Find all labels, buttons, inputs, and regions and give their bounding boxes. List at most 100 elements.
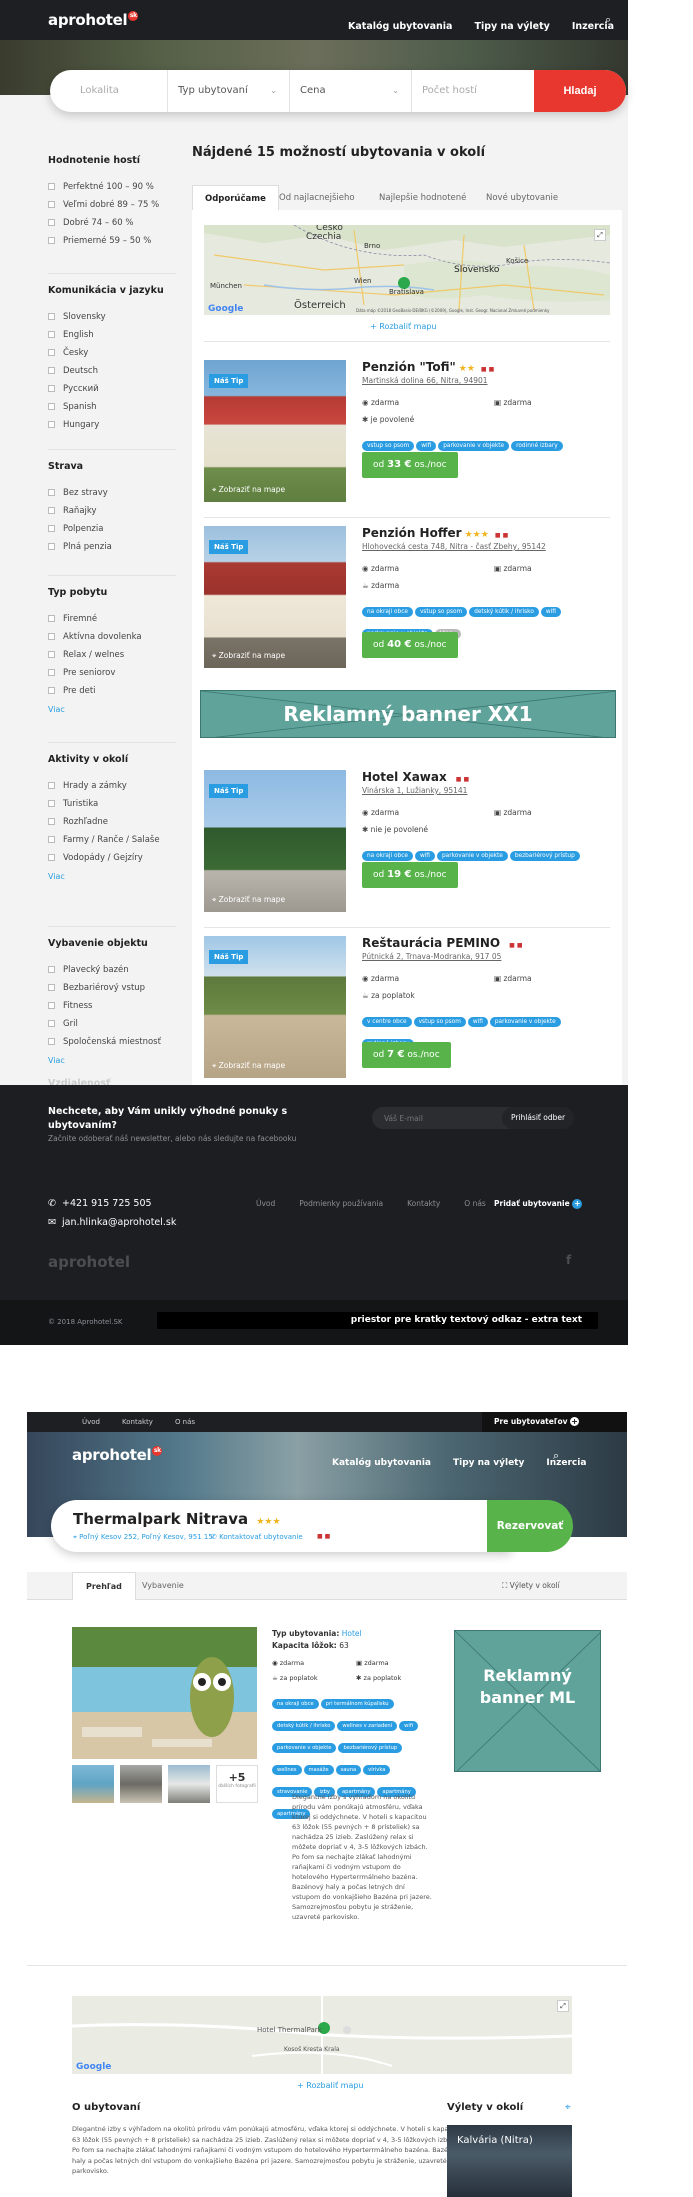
filter-checkbox[interactable]: Fitness — [48, 998, 92, 1016]
filter-checkbox[interactable]: Raňajky — [48, 503, 97, 521]
filter-checkbox[interactable]: English — [48, 327, 94, 345]
filter-checkbox[interactable]: Pre deti — [48, 683, 96, 701]
filter-checkbox[interactable]: Deutsch — [48, 363, 98, 381]
filter-checkbox[interactable]: Plavecký bazén — [48, 962, 129, 980]
nav-tipy[interactable]: Tipy na výlety — [474, 21, 549, 32]
price-select[interactable]: Cena ⌄ — [290, 70, 412, 112]
filter-more-link[interactable]: Viac — [48, 1056, 65, 1065]
subscribe-button[interactable]: Prihlásiť odber — [502, 1107, 574, 1129]
location-field[interactable]: Lokalita — [50, 70, 168, 112]
price-button[interactable]: od 40 € os./noc — [362, 632, 458, 658]
feature-tag[interactable]: bezbariérový prístup — [509, 851, 580, 861]
type-value[interactable]: Hotel — [342, 1629, 362, 1638]
show-on-map-link[interactable]: ⌖ Zobraziť na mape — [212, 895, 285, 905]
filter-checkbox[interactable]: Dobré 74 – 60 % — [48, 215, 133, 233]
feature-tag[interactable]: parkovanie v objekte — [438, 441, 510, 451]
property-name[interactable]: Penzión Hoffer ★★★ ■ ■ — [362, 526, 508, 540]
feature-tag[interactable]: parkovanie v objekte — [436, 851, 508, 861]
feature-tag[interactable]: vírivka — [363, 1765, 391, 1775]
filter-checkbox[interactable]: Bez stravy — [48, 485, 108, 503]
trips-link[interactable]: ⛶ Výlety v okolí — [502, 1581, 560, 1591]
footer-link-uvod[interactable]: Úvod — [256, 1199, 275, 1208]
filter-checkbox[interactable]: Bezbariérový vstup — [48, 980, 145, 998]
price-button[interactable]: od 7 € os./noc — [362, 1042, 451, 1068]
feature-tag[interactable]: na okraji obce — [362, 851, 413, 861]
facebook-icon[interactable]: f — [566, 1253, 571, 1267]
footer-link-onas[interactable]: O nás — [464, 1199, 486, 1208]
property-address[interactable]: Martinská dolina 66, Nitra, 94901 — [362, 376, 488, 385]
logo[interactable]: aprohotel sk — [48, 11, 139, 29]
filter-checkbox[interactable]: Turistika — [48, 796, 98, 814]
price-button[interactable]: od 33 € os./noc — [362, 452, 458, 478]
nav-tipy[interactable]: Tipy na výlety — [453, 1458, 524, 1468]
trip-card[interactable]: Kalvária (Nitra) — [447, 2125, 572, 2197]
text-ad-link[interactable]: priestor pre kratky textový odkaz - extr… — [157, 1312, 598, 1329]
top-link-uvod[interactable]: Úvod — [82, 1418, 100, 1426]
property-photo[interactable]: Náš Tip ⌖ Zobraziť na mape — [204, 526, 346, 668]
feature-tag[interactable]: na okraji obce — [272, 1699, 319, 1709]
filter-checkbox[interactable]: Pre seniorov — [48, 665, 115, 683]
filter-checkbox[interactable]: Spanish — [48, 399, 97, 417]
main-photo[interactable] — [72, 1627, 257, 1759]
feature-tag[interactable]: bezbariérový prístup — [338, 1743, 403, 1753]
filter-checkbox[interactable]: Farmy / Ranče / Salaše — [48, 832, 160, 850]
tab-new[interactable]: Nové ubytovanie — [474, 185, 570, 211]
fullscreen-icon[interactable]: ⤢ — [594, 229, 606, 241]
property-address[interactable]: Vinárska 1, Lužianky, 95141 — [362, 786, 467, 795]
property-photo[interactable]: Náš Tip ⌖ Zobraziť na mape — [204, 770, 346, 912]
feature-tag[interactable]: rodinné izbary — [511, 441, 563, 451]
map-pin-icon[interactable]: ⌖ — [565, 2102, 571, 2113]
more-photos-button[interactable]: +5 ďalších fotografií — [216, 1765, 258, 1803]
for-owners-button[interactable]: Pre ubytovateľov + — [482, 1412, 627, 1432]
type-select[interactable]: Typ ubytovaní ⌄ — [168, 70, 290, 112]
feature-tag[interactable]: pri termálnom kúpalisku — [320, 1699, 394, 1709]
filter-checkbox[interactable]: Vodopády / Gejzíry — [48, 850, 143, 868]
property-address[interactable]: ⌖ Poľný Kesov 252, Poľný Kesov, 951 15 — [73, 1533, 213, 1542]
search-button[interactable]: Hladaj — [534, 70, 626, 112]
property-name[interactable]: Reštaurácia PEMINO ■ ■ — [362, 936, 523, 950]
feature-tag[interactable]: wifi — [540, 607, 561, 617]
feature-tag[interactable]: vstup so psom — [362, 441, 415, 451]
filter-checkbox[interactable]: Firemné — [48, 611, 97, 629]
filter-checkbox[interactable]: Русский — [48, 381, 99, 399]
filter-checkbox[interactable]: Veľmi dobré 89 – 75 % — [48, 197, 159, 215]
tab-best-rated[interactable]: Najlepšie hodnotené — [367, 185, 478, 211]
show-on-map-link[interactable]: ⌖ Zobraziť na mape — [212, 1061, 285, 1071]
property-address[interactable]: Hlohovecká cesta 748, Nitra - časť Zbehy… — [362, 542, 546, 551]
feature-tag[interactable]: na okraji obce — [362, 607, 413, 617]
feature-tag[interactable]: masáže — [303, 1765, 334, 1775]
feature-tag[interactable]: detský kútik / ihrisko — [469, 607, 539, 617]
tab-vybavenie[interactable]: Vybavenie — [142, 1572, 184, 1600]
thumb-photo-3[interactable] — [168, 1765, 210, 1803]
show-on-map-link[interactable]: ⌖ Zobraziť na mape — [212, 485, 285, 495]
contact-link[interactable]: ✆ Kontaktovať ubytovanie — [211, 1533, 303, 1541]
filter-checkbox[interactable]: Plná penzia — [48, 539, 112, 557]
filter-more-link[interactable]: Viac — [48, 705, 65, 714]
tab-prehlad[interactable]: Prehľad — [72, 1572, 136, 1600]
property-name[interactable]: Penzión "Tofi" ★★ ■ ■ — [362, 360, 494, 374]
add-listing-link[interactable]: Pridať ubytovanie + — [494, 1199, 583, 1209]
show-on-map-link[interactable]: ⌖ Zobraziť na mape — [212, 651, 285, 661]
filter-checkbox[interactable]: Slovensky — [48, 309, 106, 327]
feature-tag[interactable]: wellnes v zariadení — [337, 1721, 398, 1731]
filter-checkbox[interactable]: Hrady a zámky — [48, 778, 127, 796]
filter-checkbox[interactable]: Polpenzia — [48, 521, 103, 539]
expand-map-link[interactable]: + Rozbaliť mapu — [370, 322, 437, 331]
property-photo[interactable]: Náš Tip ⌖ Zobraziť na mape — [204, 936, 346, 1078]
feature-tag[interactable]: parkovanie v objekte — [489, 1017, 561, 1027]
feature-tag[interactable]: wifi — [414, 851, 435, 861]
feature-tag[interactable]: sauna — [335, 1765, 362, 1775]
filter-checkbox[interactable]: Spoločenská miestnosť — [48, 1034, 161, 1052]
footer-link-podmienky[interactable]: Podmienky používania — [299, 1199, 383, 1208]
filter-checkbox[interactable]: Česky — [48, 345, 88, 363]
fullscreen-icon[interactable]: ⤢ — [557, 2000, 569, 2012]
filter-checkbox[interactable]: Rozhľadne — [48, 814, 108, 832]
price-button[interactable]: od 19 € os./noc — [362, 862, 458, 888]
tab-cheapest[interactable]: Od najlacnejšieho — [267, 185, 367, 211]
filter-checkbox[interactable]: Priemerné 59 – 50 % — [48, 233, 151, 251]
filter-checkbox[interactable]: Gril — [48, 1016, 78, 1034]
thumb-photo-2[interactable] — [120, 1765, 162, 1803]
newsletter-email-input[interactable] — [384, 1111, 494, 1125]
nav-katalog[interactable]: Katalóg ubytovania — [332, 1458, 431, 1468]
email[interactable]: ✉ jan.hlinka@aprohotel.sk — [48, 1217, 176, 1228]
